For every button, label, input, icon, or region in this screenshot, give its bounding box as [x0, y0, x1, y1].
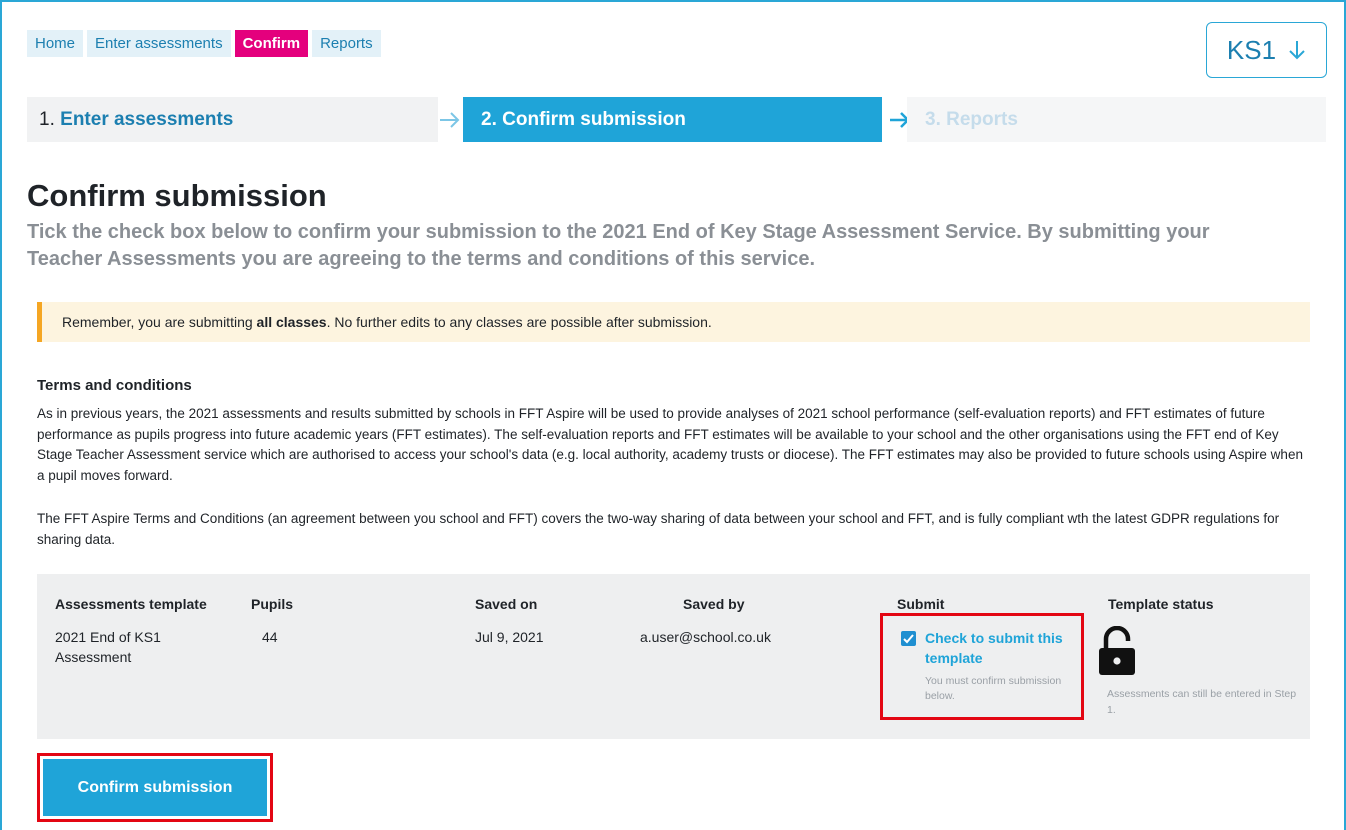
submit-checkbox-label[interactable]: Check to submit this template	[925, 628, 1075, 668]
step-3-number: 3.	[925, 109, 941, 130]
key-stage-value: KS1	[1226, 34, 1277, 65]
notice-text-post: . No further edits to any classes are po…	[326, 314, 712, 330]
cell-template-name: 2021 End of KS1 Assessment	[55, 629, 161, 665]
submit-template-checkbox[interactable]	[901, 631, 916, 646]
step-1-number: 1.	[39, 109, 55, 130]
step-reports: 3. Reports	[907, 97, 1326, 142]
column-header-saved-by: Saved by	[683, 596, 745, 612]
submit-hint: You must confirm submission below.	[925, 675, 1062, 702]
step-confirm-submission[interactable]: 2. Confirm submission	[463, 97, 882, 142]
arrow-down-icon	[1289, 41, 1305, 60]
confirm-submission-button[interactable]: Confirm submission	[43, 759, 267, 816]
terms-heading: Terms and conditions	[37, 377, 192, 394]
progress-stepper: 1. Enter assessments 2. Confirm submissi…	[27, 97, 1326, 142]
nav-tab-confirm[interactable]: Confirm	[234, 30, 309, 57]
checkmark-icon	[903, 634, 914, 644]
step-enter-assessments[interactable]: 1. Enter assessments	[27, 97, 438, 142]
key-stage-selector[interactable]: KS1	[1206, 22, 1327, 78]
submit-cell-highlight: Check to submit this template You must c…	[880, 613, 1084, 720]
cell-pupils: 44	[262, 629, 278, 645]
step-2-label: Confirm submission	[502, 109, 686, 130]
unlocked-padlock-icon	[1099, 626, 1135, 675]
cell-saved-on: Jul 9, 2021	[475, 629, 544, 645]
column-header-status: Template status	[1108, 596, 1214, 612]
templates-table: Assessments template Pupils Saved on Sav…	[37, 574, 1310, 739]
step-1-label: Enter assessments	[60, 109, 234, 130]
top-nav: Home Enter assessments Confirm Reports	[27, 30, 381, 57]
arrow-right-icon	[440, 112, 460, 128]
nav-tab-reports[interactable]: Reports	[312, 30, 381, 57]
confirm-button-highlight: Confirm submission	[37, 753, 273, 822]
terms-paragraph-1: As in previous years, the 2021 assessmen…	[37, 406, 1303, 483]
column-header-saved-on: Saved on	[475, 596, 538, 612]
template-status-text: Assessments can still be entered in Step…	[1107, 688, 1297, 716]
warning-notice: Remember, you are submitting all classes…	[37, 302, 1310, 342]
column-header-template: Assessments template	[55, 596, 207, 612]
nav-tab-home[interactable]: Home	[27, 30, 84, 57]
terms-paragraph-2: The FFT Aspire Terms and Conditions (an …	[37, 511, 1280, 547]
column-header-submit: Submit	[897, 596, 945, 612]
notice-text-pre: Remember, you are submitting	[62, 314, 257, 330]
step-2-number: 2.	[481, 109, 497, 130]
nav-tab-enter-assessments[interactable]: Enter assessments	[87, 30, 231, 57]
notice-text-bold: all classes	[256, 314, 327, 330]
page-title: Confirm submission	[27, 178, 327, 213]
cell-saved-by: a.user@school.co.uk	[640, 629, 771, 645]
column-header-pupils: Pupils	[251, 596, 294, 612]
page-intro: Tick the check box below to confirm your…	[27, 221, 1210, 270]
step-3-label: Reports	[946, 109, 1018, 130]
